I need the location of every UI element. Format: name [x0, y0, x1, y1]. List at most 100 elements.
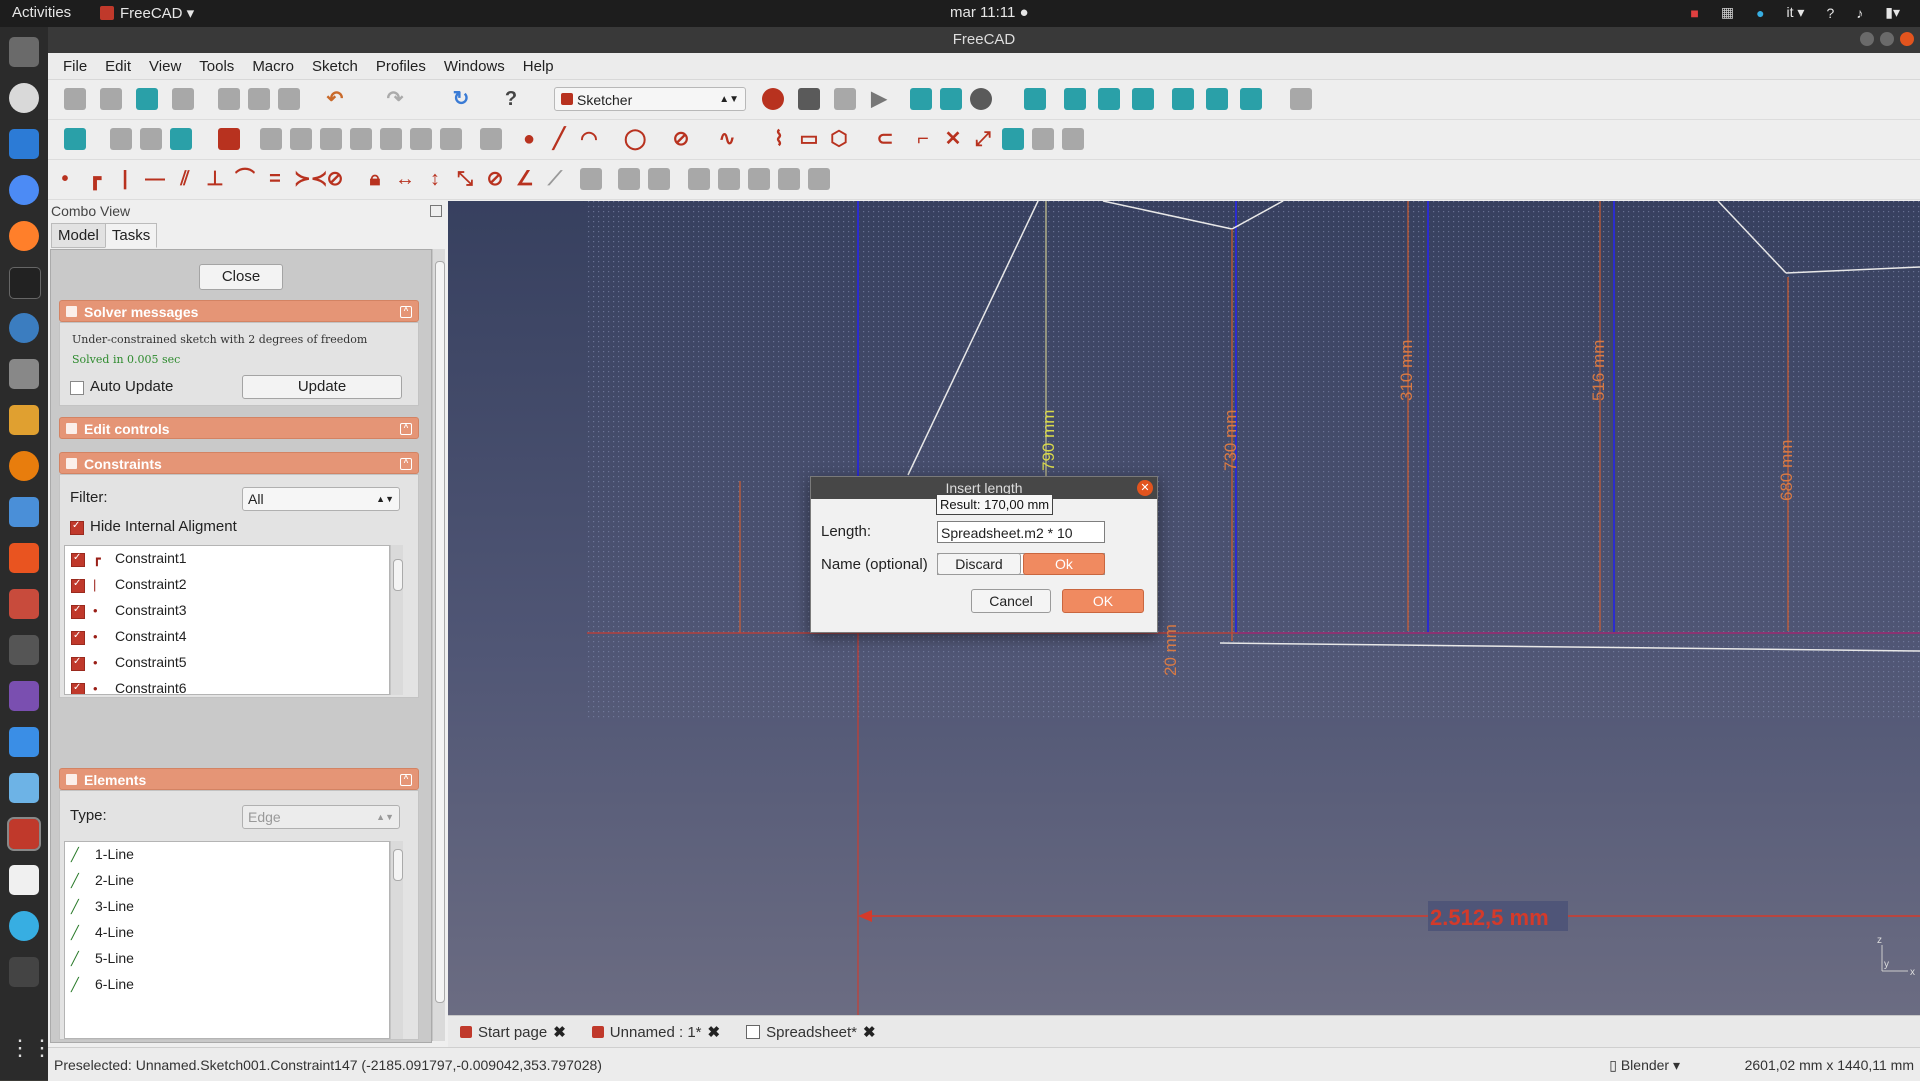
- bounding-box-icon[interactable]: [778, 168, 800, 190]
- blender-launcher-icon[interactable]: [9, 451, 39, 481]
- collapse-icon[interactable]: ^: [400, 423, 412, 435]
- macro-edit-icon[interactable]: [834, 88, 856, 110]
- constraints-header[interactable]: Constraints ^: [59, 452, 419, 474]
- writer-launcher-icon[interactable]: [9, 129, 39, 159]
- arc-icon[interactable]: ◠: [578, 128, 600, 150]
- list-item[interactable]: • Constraint3: [65, 598, 389, 624]
- chromium-launcher-icon[interactable]: [9, 175, 39, 205]
- constrain-horizontal-icon[interactable]: —: [144, 168, 166, 190]
- paste-icon[interactable]: [278, 88, 300, 110]
- draw-launcher-icon[interactable]: [9, 405, 39, 435]
- scrollbar-thumb[interactable]: [393, 559, 403, 591]
- list-item[interactable]: ╱ 3-Line: [65, 894, 389, 920]
- view-top-icon[interactable]: [1098, 88, 1120, 110]
- inkscape-launcher-icon[interactable]: [9, 83, 39, 113]
- menu-tools[interactable]: Tools: [190, 58, 243, 75]
- constrain-tangent-icon[interactable]: ⌒: [234, 168, 256, 190]
- elements-header[interactable]: Elements ^: [59, 768, 419, 790]
- constrain-perpendicular-icon[interactable]: ⊥: [204, 168, 226, 190]
- dim-small[interactable]: 20 mm: [1161, 624, 1180, 676]
- model-icon[interactable]: [808, 168, 830, 190]
- whats-this-icon[interactable]: ?: [500, 88, 522, 110]
- tools-launcher-icon[interactable]: [9, 589, 39, 619]
- menu-macro[interactable]: Macro: [243, 58, 303, 75]
- cut-icon[interactable]: [218, 88, 240, 110]
- polyline-icon[interactable]: ⌇: [768, 128, 790, 150]
- collapse-icon[interactable]: ^: [400, 774, 412, 786]
- circle-icon[interactable]: ◯: [624, 128, 646, 150]
- select-origin-icon[interactable]: [290, 128, 312, 150]
- view-section-icon[interactable]: [140, 128, 162, 150]
- constrain-radius-icon[interactable]: ⊘: [484, 168, 506, 190]
- dim-vertical-790[interactable]: 790 mm: [1039, 410, 1058, 471]
- scrollbar-thumb[interactable]: [393, 849, 403, 881]
- tab-tasks[interactable]: Tasks: [104, 223, 158, 248]
- close-tab-icon[interactable]: ✖: [708, 1023, 721, 1041]
- export-icon[interactable]: [718, 168, 740, 190]
- ok-button[interactable]: OK: [1062, 589, 1144, 613]
- expression-ok-button[interactable]: Ok: [1023, 553, 1105, 575]
- macro-record-icon[interactable]: [762, 88, 784, 110]
- list-item[interactable]: ╱ 5-Line: [65, 946, 389, 972]
- measure-icon[interactable]: [1290, 88, 1312, 110]
- view-right-icon[interactable]: [1132, 88, 1154, 110]
- group-icon[interactable]: [648, 168, 670, 190]
- array-icon[interactable]: [480, 128, 502, 150]
- open-icon[interactable]: [100, 88, 122, 110]
- auto-update-checkbox[interactable]: [70, 381, 84, 395]
- constrain-block-icon[interactable]: ⊘: [324, 168, 346, 190]
- edit-controls-header[interactable]: Edit controls ^: [59, 417, 419, 439]
- dialog-close-icon[interactable]: ✕: [1137, 480, 1153, 496]
- camera-launcher-icon[interactable]: [9, 635, 39, 665]
- keyboard-layout[interactable]: it ▾: [1787, 4, 1805, 21]
- constrain-snell-icon[interactable]: ⟋: [544, 168, 566, 190]
- line-icon[interactable]: ╱: [548, 128, 570, 150]
- 3d-view[interactable]: 2.512,5 mm 790 mm 730 mm 310 mm 516 mm 6…: [448, 201, 1920, 1015]
- select-elements-icon[interactable]: [350, 128, 372, 150]
- list-item[interactable]: ┏ Constraint1: [65, 546, 389, 572]
- volume-icon[interactable]: ♪: [1856, 5, 1863, 21]
- notes-launcher-icon[interactable]: [9, 865, 39, 895]
- view-isometric-icon[interactable]: [1024, 88, 1046, 110]
- tab-unnamed[interactable]: Unnamed : 1* ✖: [584, 1020, 728, 1044]
- help-icon[interactable]: ?: [1826, 5, 1834, 21]
- constrain-horizontal-distance-icon[interactable]: ↔: [394, 168, 416, 190]
- bspline-icon[interactable]: ∿: [716, 128, 738, 150]
- view-front-icon[interactable]: [1064, 88, 1086, 110]
- macro-run-icon[interactable]: ▶: [868, 88, 890, 110]
- show-apps-icon[interactable]: ⋮⋮: [9, 1035, 53, 1065]
- menu-edit[interactable]: Edit: [96, 58, 140, 75]
- filter-select[interactable]: All ▲▼: [242, 487, 400, 511]
- constrain-parallel-icon[interactable]: ⫽: [174, 168, 196, 190]
- carbon-copy-icon[interactable]: [1032, 128, 1054, 150]
- new-sketch-icon[interactable]: [64, 128, 86, 150]
- battery-icon[interactable]: ▮▾: [1885, 4, 1900, 21]
- constrain-lock-icon[interactable]: 🔒︎: [364, 168, 386, 190]
- menu-help[interactable]: Help: [514, 58, 563, 75]
- software-launcher-icon[interactable]: [9, 543, 39, 573]
- view-bottom-icon[interactable]: [1206, 88, 1228, 110]
- upload-icon[interactable]: [748, 168, 770, 190]
- new-icon[interactable]: [64, 88, 86, 110]
- printer-launcher-icon[interactable]: [9, 497, 39, 527]
- extend-icon[interactable]: ⤢: [972, 128, 994, 150]
- list-item[interactable]: • Constraint6: [65, 676, 389, 694]
- list-item[interactable]: • Constraint4: [65, 624, 389, 650]
- fillet-icon[interactable]: ⌐: [912, 128, 934, 150]
- clone-icon[interactable]: [688, 168, 710, 190]
- constrain-symmetric-icon[interactable]: ≻≺: [294, 168, 328, 190]
- save-icon[interactable]: [136, 88, 158, 110]
- length-input[interactable]: Spreadsheet.m2 * 10: [937, 521, 1105, 543]
- discard-button[interactable]: Discard: [937, 553, 1021, 575]
- clock[interactable]: mar 11:11 ●: [950, 4, 1029, 21]
- slot-icon[interactable]: ⊂: [874, 128, 896, 150]
- row-checkbox[interactable]: [71, 682, 85, 694]
- menu-profiles[interactable]: Profiles: [367, 58, 435, 75]
- print-icon[interactable]: [172, 88, 194, 110]
- close-sketch-icon[interactable]: [218, 128, 240, 150]
- solver-messages-header[interactable]: Solver messages ^: [59, 300, 419, 322]
- constrain-point-on-object-icon[interactable]: ┏: [84, 168, 106, 190]
- constrain-angle-icon[interactable]: ∠: [514, 168, 536, 190]
- list-item[interactable]: • Constraint5: [65, 650, 389, 676]
- trim-icon[interactable]: ✕: [942, 128, 964, 150]
